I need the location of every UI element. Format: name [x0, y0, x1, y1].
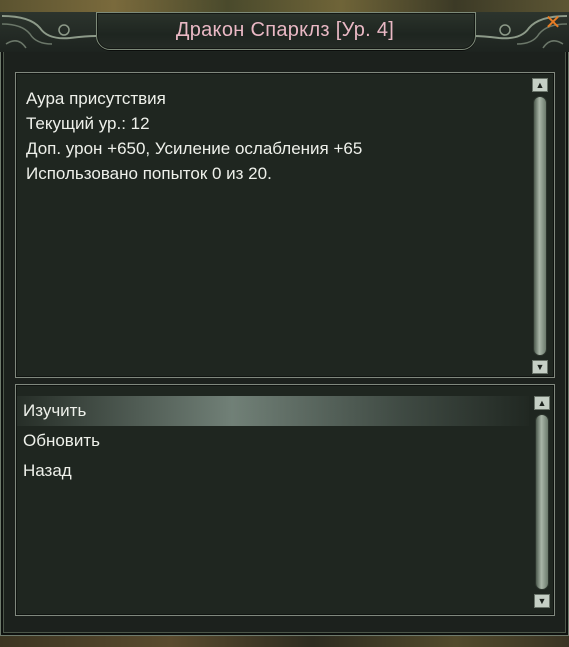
scroll-up-arrow-icon[interactable]: ▲ [534, 396, 550, 410]
scroll-thumb[interactable] [535, 414, 549, 590]
skill-name: Аура присутствия [26, 89, 166, 108]
scroll-up-arrow-icon[interactable]: ▲ [532, 78, 548, 92]
options-scrollbar[interactable]: ▲ ▼ [534, 396, 550, 608]
scroll-down-arrow-icon[interactable]: ▼ [532, 360, 548, 374]
close-icon[interactable]: ✕ [542, 12, 564, 34]
option-learn[interactable]: Изучить [17, 396, 529, 426]
scroll-thumb[interactable] [533, 96, 547, 356]
info-scrollbar[interactable]: ▲ ▼ [532, 78, 548, 374]
skill-attempts-used: Использовано попыток 0 из 20. [26, 164, 272, 183]
dialog-title: Дракон Спарклз [Ур. 4] [175, 19, 395, 41]
skill-bonus-stats: Доп. урон +650, Усиление ослабления +65 [26, 139, 363, 158]
option-back[interactable]: Назад [17, 456, 529, 486]
skill-info-text: Аура присутствия Текущий ур.: 12 Доп. ур… [26, 86, 362, 186]
title-ornament-left-icon [1, 15, 96, 49]
skill-current-level: Текущий ур.: 12 [26, 114, 150, 133]
npc-dialog-window: Дракон Спарклз [Ур. 4] ✕ Аура присутстви… [0, 0, 569, 647]
option-upgrade[interactable]: Обновить [17, 426, 529, 456]
scroll-down-arrow-icon[interactable]: ▼ [534, 594, 550, 608]
